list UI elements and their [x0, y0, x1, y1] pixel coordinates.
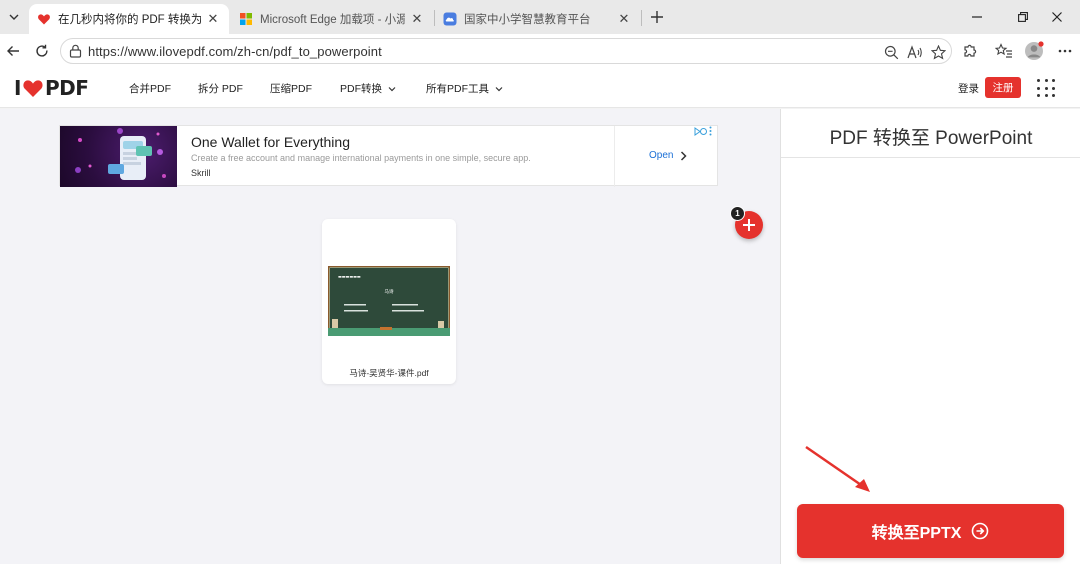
read-aloud-icon[interactable] [907, 44, 923, 60]
ad-brand: Skrill [191, 168, 211, 178]
nav-label: 所有PDF工具 [426, 83, 489, 95]
favorite-star-icon[interactable] [930, 44, 946, 60]
tab-edge-addons[interactable]: Microsoft Edge 加载项 - 小源教材 ✕ [231, 4, 433, 34]
more-options-icon[interactable] [1055, 41, 1075, 61]
close-tab-icon[interactable]: ✕ [205, 11, 221, 27]
favorites-collection-icon[interactable] [994, 41, 1014, 61]
ad-choices[interactable] [694, 126, 712, 136]
site-header: I PDF 合并PDF 拆分 PDF 压缩PDF PDF转换 所有PDF工具 登… [0, 68, 1080, 108]
heart-logo-icon [23, 80, 43, 97]
ad-image [60, 126, 177, 187]
url-text[interactable]: https://www.ilovepdf.com/zh-cn/pdf_to_po… [88, 44, 382, 59]
nav-label: 拆分 PDF [198, 83, 243, 95]
file-count-badge: 1 [730, 206, 745, 221]
svg-text:马诗: 马诗 [385, 288, 394, 295]
logo-pdf-text: PDF [44, 76, 89, 100]
chevron-right-icon [681, 150, 688, 161]
cloud-favicon-icon [443, 12, 457, 26]
tab-title: 在几秒内将你的 PDF 转换为 PPT 转 [58, 14, 201, 26]
browser-tabstrip: 在几秒内将你的 PDF 转换为 PPT 转 ✕ Microsoft Edge 加… [0, 0, 1080, 34]
address-bar[interactable]: https://www.ilovepdf.com/zh-cn/pdf_to_po… [60, 38, 952, 64]
pdf-thumbnail: ▬▬▬▬▬▬ 马诗 [328, 266, 450, 336]
new-tab-plus-icon[interactable] [646, 6, 668, 28]
nav-convert-pdf[interactable]: PDF转换 [340, 81, 396, 96]
tab-ilovepdf[interactable]: 在几秒内将你的 PDF 转换为 PPT 转 ✕ [29, 4, 229, 34]
file-name: 马诗-吴贤华-课件.pdf [349, 368, 429, 378]
tab-actions-chevron-icon[interactable] [3, 6, 25, 28]
nav-all-pdf-tools[interactable]: 所有PDF工具 [426, 81, 503, 96]
ad-open-label: Open [649, 150, 674, 161]
nav-split-pdf[interactable]: 拆分 PDF [198, 81, 243, 96]
ad-subtitle: Create a free account and manage interna… [191, 153, 531, 163]
adchoices-icon[interactable] [694, 126, 707, 136]
ilovepdf-logo[interactable]: I PDF [14, 76, 89, 100]
back-arrow-icon[interactable] [2, 40, 24, 62]
upload-workspace: One Wallet for Everything Create a free … [0, 109, 780, 564]
panel-divider [781, 157, 1080, 158]
nav-label: 合并PDF [129, 83, 171, 95]
zoom-out-icon[interactable] [883, 44, 899, 60]
tab-title: 国家中小学智慧教育平台 [464, 14, 591, 26]
close-window-icon[interactable] [1034, 0, 1080, 34]
convert-to-pptx-button[interactable]: 转换至PPTX [797, 504, 1064, 558]
ad-banner[interactable]: One Wallet for Everything Create a free … [59, 125, 718, 187]
annotation-arrow-icon [805, 445, 870, 492]
nav-compress-pdf[interactable]: 压缩PDF [270, 81, 312, 96]
minimize-window-icon[interactable] [954, 0, 1000, 34]
panel-title: PDF 转换至 PowerPoint [829, 128, 1033, 149]
nav-label: 压缩PDF [270, 83, 312, 95]
chevron-down-icon [388, 86, 396, 91]
convert-label: 转换至PPTX [871, 525, 962, 542]
svg-text:▬▬▬▬▬▬: ▬▬▬▬▬▬ [338, 274, 361, 279]
nav-merge-pdf[interactable]: 合并PDF [129, 81, 171, 96]
heart-favicon-icon [38, 14, 50, 25]
file-card[interactable]: ▬▬▬▬▬▬ 马诗 马诗-吴贤华-课件.pdf [322, 219, 456, 384]
plus-icon [743, 219, 755, 231]
ad-title[interactable]: One Wallet for Everything [191, 134, 350, 150]
apps-grid-icon[interactable] [1037, 79, 1055, 97]
ad-open-button[interactable]: Open [649, 150, 688, 161]
close-tab-icon[interactable]: ✕ [616, 11, 632, 27]
arrow-right-circle-icon [971, 522, 989, 540]
browser-toolbar: https://www.ilovepdf.com/zh-cn/pdf_to_po… [0, 34, 1080, 68]
login-link[interactable]: 登录 [958, 81, 979, 96]
ad-divider [614, 126, 615, 187]
logo-letter: I [14, 76, 21, 100]
ad-more-icon[interactable] [709, 126, 712, 136]
extensions-puzzle-icon[interactable] [960, 41, 980, 61]
close-tab-icon[interactable]: ✕ [409, 11, 425, 27]
tab-separator [641, 10, 642, 26]
profile-avatar-icon[interactable] [1024, 41, 1044, 61]
lock-icon[interactable] [69, 44, 82, 58]
tab-title: Microsoft Edge 加载项 - 小源教材 [260, 14, 405, 26]
tab-smartedu[interactable]: 国家中小学智慧教育平台 ✕ [435, 4, 640, 34]
register-button[interactable]: 注册 [985, 77, 1021, 98]
nav-label: PDF转换 [340, 83, 382, 95]
refresh-icon[interactable] [31, 40, 53, 62]
chevron-down-icon [495, 86, 503, 91]
microsoft-logo-icon [240, 13, 252, 25]
